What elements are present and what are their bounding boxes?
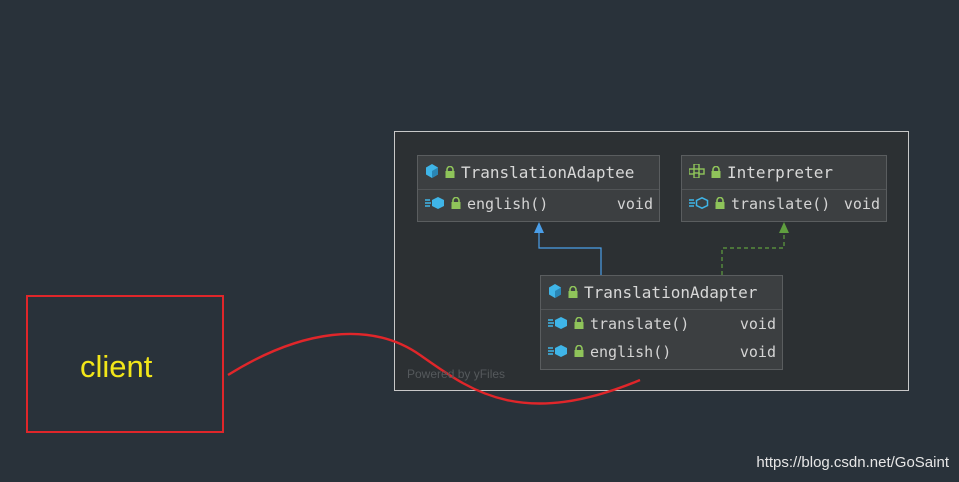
extends-arrow (534, 222, 602, 275)
diagram-connectors (227, 222, 789, 405)
credit-watermark: https://blog.csdn.net/GoSaint (756, 454, 949, 471)
yfiles-watermark: Powered by yFiles (407, 367, 506, 381)
implements-arrow (721, 222, 789, 275)
